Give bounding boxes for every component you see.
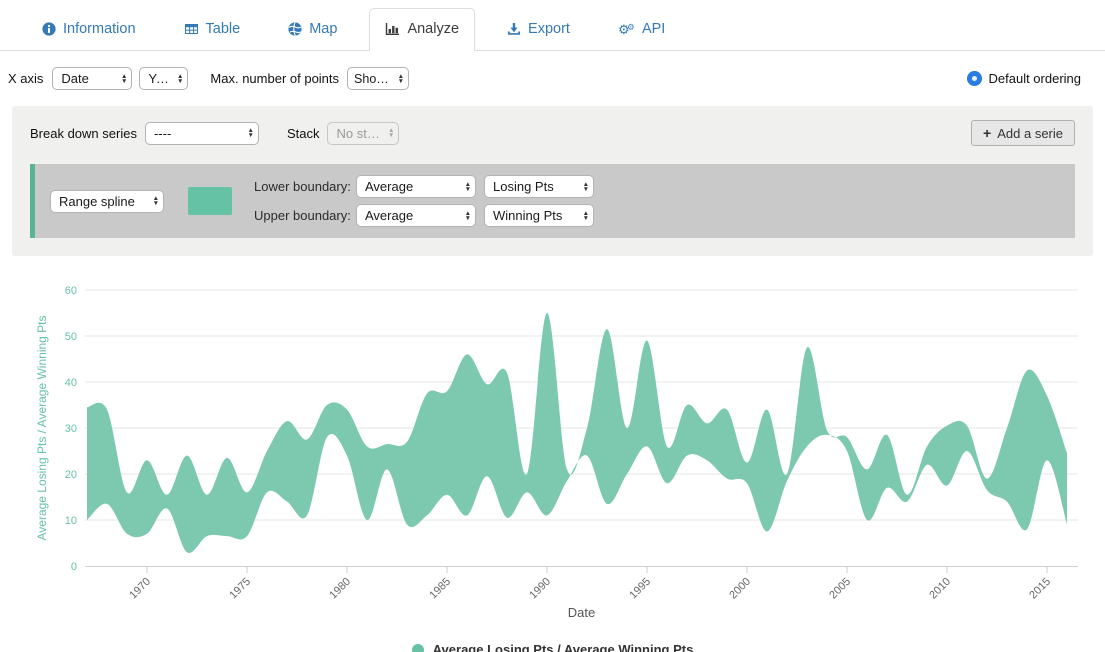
x-tick-label: 1990 — [527, 576, 553, 602]
tab-label: Analyze — [407, 21, 459, 37]
info-circle-icon — [42, 22, 56, 36]
tab-label: Table — [206, 21, 241, 37]
select-arrows-icon: ▲▼ — [465, 211, 471, 221]
y-tick-label: 60 — [65, 285, 77, 297]
x-axis-title: Date — [568, 605, 595, 620]
select-arrows-icon: ▲▼ — [121, 74, 127, 84]
x-axis-field-select[interactable]: Date ▲▼ — [52, 67, 132, 90]
max-points-select[interactable]: Show all ▲▼ — [347, 67, 409, 90]
tab-export[interactable]: Export — [491, 8, 586, 51]
select-arrows-icon: ▲▼ — [583, 211, 589, 221]
serie-config-panel: Range spline ▲▼ Lower boundary: Average … — [30, 164, 1075, 238]
y-tick-label: 0 — [71, 561, 77, 573]
x-axis-label: X axis — [8, 71, 43, 86]
select-arrows-icon: ▲▼ — [465, 182, 471, 192]
y-axis-title: Average Losing Pts / Average Winning Pts — [35, 315, 49, 540]
range-area-path — [87, 313, 1067, 553]
tab-map[interactable]: Map — [272, 8, 353, 51]
dataset-tabs: Information Table Map Analyze Export ⚙⚙ … — [0, 0, 1105, 51]
default-ordering-radio[interactable] — [967, 71, 982, 86]
lower-boundary-label: Lower boundary: — [254, 179, 348, 194]
globe-icon — [288, 22, 302, 36]
select-arrows-icon: ▲▼ — [153, 196, 159, 206]
tab-label: Map — [309, 21, 337, 37]
x-tick-label: 2000 — [727, 576, 753, 602]
legend-item[interactable]: Average Losing Pts / Average Winning Pts — [0, 642, 1105, 652]
x-tick-label: 1995 — [627, 576, 653, 602]
x-tick-label: 2015 — [1027, 576, 1053, 602]
y-tick-label: 40 — [65, 377, 77, 389]
upper-boundary-field-select[interactable]: Winning Pts ▲▼ — [484, 204, 594, 227]
download-icon — [507, 22, 521, 36]
upper-boundary-label: Upper boundary: — [254, 208, 348, 223]
analyze-chart[interactable]: 1970197519801985199019952000200520102015… — [0, 271, 1105, 633]
x-axis-interval-select[interactable]: Year ▲▼ — [139, 67, 188, 90]
y-tick-label: 50 — [65, 331, 77, 343]
select-arrows-icon: ▲▼ — [583, 182, 589, 192]
select-arrows-icon: ▲▼ — [398, 74, 404, 84]
x-tick-label: 1980 — [327, 576, 353, 602]
tab-analyze[interactable]: Analyze — [369, 8, 475, 51]
bar-chart-icon — [385, 22, 400, 36]
select-arrows-icon: ▲▼ — [248, 128, 254, 138]
breakdown-label: Break down series — [30, 126, 137, 141]
x-tick-label: 2010 — [927, 576, 953, 602]
x-tick-label: 1975 — [227, 576, 253, 602]
y-tick-label: 20 — [65, 469, 77, 481]
table-icon — [184, 22, 199, 36]
svg-text:⚙: ⚙ — [627, 22, 635, 32]
tab-information[interactable]: Information — [26, 8, 152, 51]
series-builder: Break down series ---- ▲▼ Stack No stack… — [12, 106, 1093, 256]
tab-api[interactable]: ⚙⚙ API — [602, 8, 681, 51]
lower-boundary-function-select[interactable]: Average ▲▼ — [356, 175, 476, 198]
select-arrows-icon: ▲▼ — [388, 128, 394, 138]
lower-boundary-field-select[interactable]: Losing Pts ▲▼ — [484, 175, 594, 198]
gears-icon: ⚙⚙ — [618, 22, 635, 36]
select-arrows-icon: ▲▼ — [177, 74, 183, 84]
chart-area: 1970197519801985199019952000200520102015… — [0, 271, 1105, 652]
default-ordering-label: Default ordering — [989, 71, 1082, 86]
add-serie-button[interactable]: + Add a serie — [971, 120, 1075, 146]
upper-boundary-function-select[interactable]: Average ▲▼ — [356, 204, 476, 227]
axis-controls-row: X axis Date ▲▼ Year ▲▼ Max. number of po… — [0, 51, 1105, 106]
tab-label: Information — [63, 21, 136, 37]
serie-type-select[interactable]: Range spline ▲▼ — [50, 190, 164, 213]
tab-label: API — [642, 21, 665, 37]
serie-color-swatch[interactable] — [188, 187, 232, 215]
legend-marker-icon — [412, 644, 424, 652]
tab-table[interactable]: Table — [168, 8, 257, 51]
tab-label: Export — [528, 21, 570, 37]
default-ordering-option: Default ordering — [967, 71, 1082, 86]
stack-label: Stack — [287, 126, 320, 141]
stack-select: No stack ▲▼ — [327, 122, 399, 145]
x-tick-label: 1985 — [427, 576, 453, 602]
x-tick-label: 2005 — [827, 576, 853, 602]
max-points-label: Max. number of points — [210, 71, 339, 86]
plus-icon: + — [983, 125, 991, 141]
y-tick-label: 10 — [65, 515, 77, 527]
y-tick-label: 30 — [65, 423, 77, 435]
breakdown-select[interactable]: ---- ▲▼ — [145, 122, 259, 145]
legend-label: Average Losing Pts / Average Winning Pts — [433, 642, 694, 652]
x-tick-label: 1970 — [127, 576, 153, 602]
